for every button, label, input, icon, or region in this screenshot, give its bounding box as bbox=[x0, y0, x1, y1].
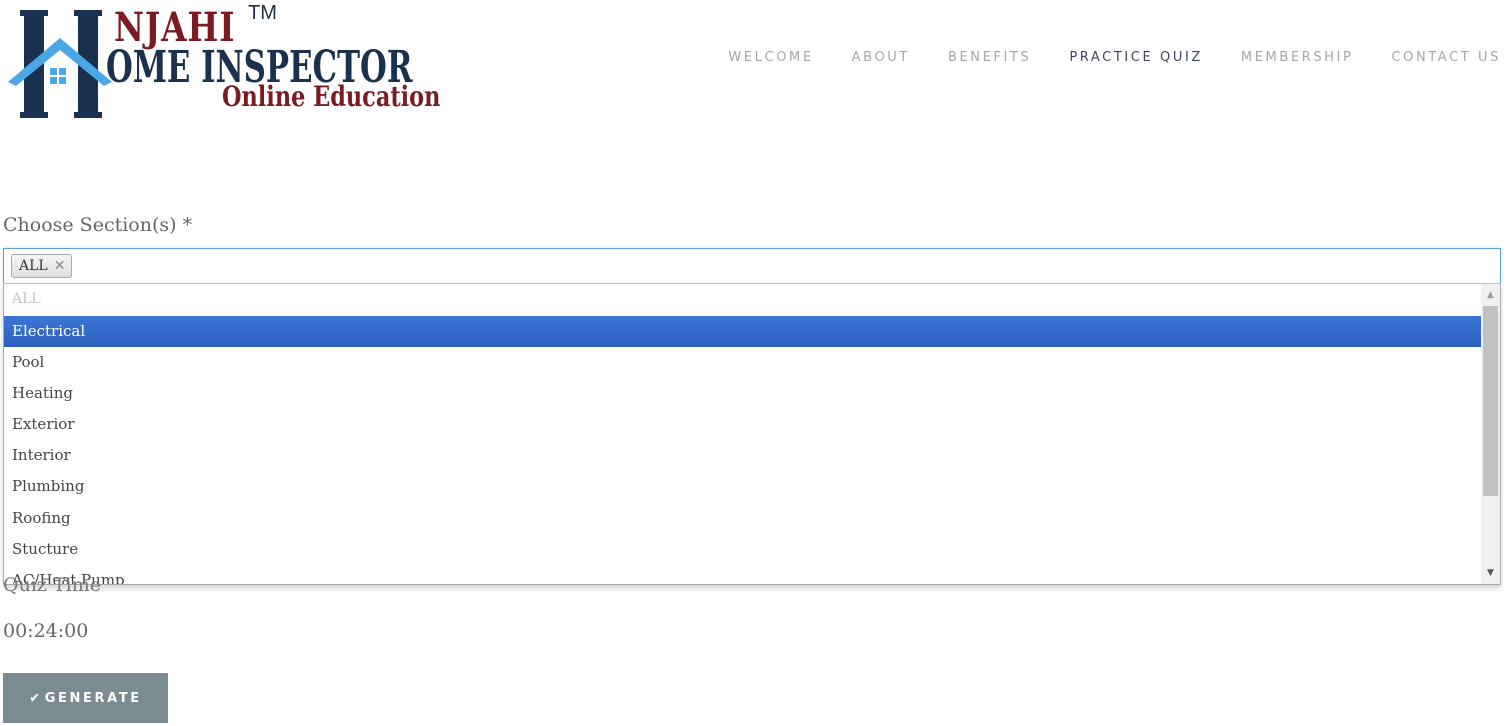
option-plumbing[interactable]: Plumbing bbox=[4, 471, 1481, 502]
option-exterior[interactable]: Exterior bbox=[4, 409, 1481, 440]
nav-membership[interactable]: MEMBERSHIP bbox=[1241, 50, 1354, 65]
option-all: ALL bbox=[12, 291, 41, 307]
close-icon[interactable]: ✕ bbox=[54, 259, 66, 273]
main-nav: WELCOME ABOUT BENEFITS PRACTICE QUIZ MEM… bbox=[690, 50, 1501, 65]
generate-button[interactable]: ✔ GENERATE bbox=[3, 673, 168, 723]
option-pool[interactable]: Pool bbox=[4, 347, 1481, 378]
option-interior[interactable]: Interior bbox=[4, 440, 1481, 471]
chip-label: ALL bbox=[19, 258, 48, 274]
selected-chip-all: ALL ✕ bbox=[11, 254, 73, 278]
quiz-time-value: 00:24:00 bbox=[3, 620, 89, 642]
sections-dropdown-list: ALL Electrical Pool Heating Exterior Int… bbox=[3, 284, 1501, 585]
dropdown-scrollbar[interactable]: ▲ ▼ bbox=[1481, 284, 1500, 584]
nav-contact-us[interactable]: CONTACT US bbox=[1391, 50, 1501, 65]
option-electrical[interactable]: Electrical bbox=[4, 316, 1481, 347]
option-stucture[interactable]: Stucture bbox=[4, 534, 1481, 565]
nav-benefits[interactable]: BENEFITS bbox=[948, 50, 1031, 65]
site-logo[interactable]: NJAHI TM OME INSPECTOR Online Education bbox=[6, 2, 476, 122]
quiz-time-label: Quiz Time bbox=[3, 574, 101, 596]
nav-welcome[interactable]: WELCOME bbox=[728, 50, 813, 65]
logo-trademark: TM bbox=[248, 2, 277, 24]
scroll-down-arrow-icon[interactable]: ▼ bbox=[1481, 564, 1500, 582]
scrollbar-thumb[interactable] bbox=[1483, 306, 1498, 496]
nav-practice-quiz[interactable]: PRACTICE QUIZ bbox=[1069, 50, 1203, 65]
option-heating[interactable]: Heating bbox=[4, 378, 1481, 409]
scroll-up-arrow-icon[interactable]: ▲ bbox=[1481, 286, 1500, 304]
sections-multiselect[interactable]: ALL ✕ bbox=[3, 248, 1501, 284]
sections-label: Choose Section(s) * bbox=[3, 214, 193, 236]
option-ac-heat-pump[interactable]: AC/Heat Pump bbox=[4, 565, 1481, 584]
check-icon: ✔ bbox=[29, 690, 43, 706]
nav-about[interactable]: ABOUT bbox=[852, 50, 910, 65]
option-roofing[interactable]: Roofing bbox=[4, 503, 1481, 534]
logo-text-online-education: Online Education bbox=[222, 80, 441, 113]
generate-button-label: GENERATE bbox=[44, 690, 142, 706]
